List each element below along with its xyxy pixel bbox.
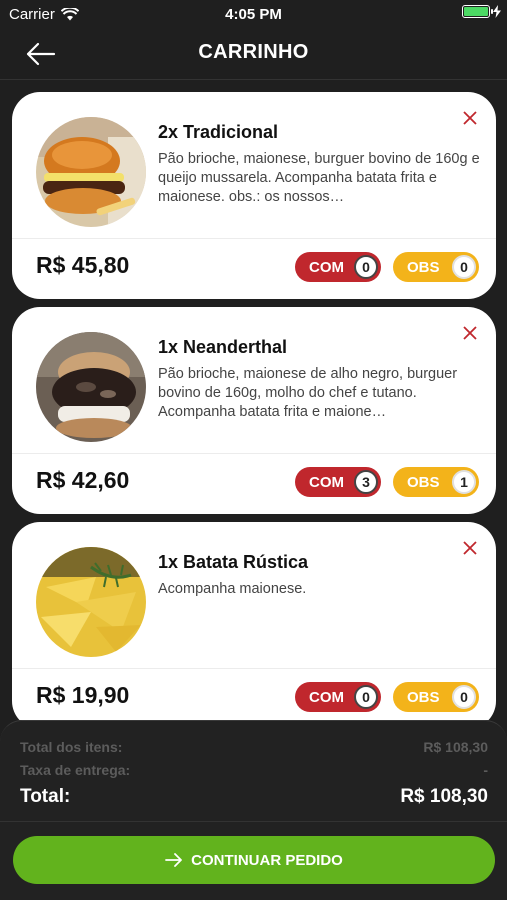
item-price: R$ 19,90 — [36, 682, 130, 708]
total-label: Total: — [20, 786, 71, 807]
divider — [12, 238, 496, 239]
delivery-fee-label: Taxa de entrega: — [20, 762, 131, 778]
page-title: CARRINHO — [198, 41, 309, 63]
complements-count: 0 — [354, 685, 378, 709]
item-name: 2x Tradicional — [158, 122, 279, 142]
charging-icon — [493, 5, 501, 18]
notes-count: 0 — [452, 255, 476, 279]
item-image — [36, 332, 146, 442]
item-description: Pão brioche, maionese de alho negro, bur… — [158, 366, 458, 420]
items-total-label: Total dos itens: — [20, 739, 123, 755]
battery-icon — [462, 5, 493, 18]
cart-item: 1x Batata Rústica Acompanha maionese. R$… — [12, 522, 496, 720]
cart-screen: Carrier 4:05 PM CARRINHO 2x Tradicional … — [0, 0, 507, 900]
close-icon — [463, 111, 477, 125]
cart-item: 2x Tradicional Pão brioche, maionese, bu… — [12, 92, 496, 299]
notes-button[interactable]: OBS 0 — [393, 252, 479, 282]
complements-button[interactable]: COM 0 — [295, 252, 381, 282]
divider — [12, 668, 496, 669]
complements-label: COM — [309, 258, 344, 276]
close-icon — [463, 326, 477, 340]
remove-item-button[interactable] — [462, 540, 478, 556]
item-price: R$ 42,60 — [36, 467, 130, 493]
notes-count: 1 — [452, 470, 476, 494]
delivery-fee-row: Taxa de entrega: - — [20, 762, 488, 778]
item-price: R$ 45,80 — [36, 252, 130, 278]
item-name: 1x Batata Rústica — [158, 552, 309, 572]
total-value: R$ 108,30 — [400, 786, 488, 807]
items-total-row: Total dos itens: R$ 108,30 — [20, 739, 488, 755]
complements-button[interactable]: COM 3 — [295, 467, 381, 497]
notes-label: OBS — [407, 258, 440, 276]
arrow-right-icon — [165, 853, 183, 867]
remove-item-button[interactable] — [462, 325, 478, 341]
remove-item-button[interactable] — [462, 110, 478, 126]
notes-button[interactable]: OBS 0 — [393, 682, 479, 712]
complements-label: COM — [309, 688, 344, 706]
order-summary: Total dos itens: R$ 108,30 Taxa de entre… — [0, 720, 507, 900]
item-description: Acompanha maionese. — [158, 581, 307, 597]
items-total-value: R$ 108,30 — [423, 739, 488, 755]
continue-order-label: CONTINUAR PEDIDO — [191, 851, 343, 869]
status-right — [462, 5, 501, 18]
cart-item: 1x Neanderthal Pão brioche, maionese de … — [12, 307, 496, 514]
status-bar: Carrier 4:05 PM — [0, 0, 507, 30]
cart-list: 2x Tradicional Pão brioche, maionese, bu… — [0, 80, 507, 720]
divider — [12, 453, 496, 454]
complements-label: COM — [309, 473, 344, 491]
item-image — [36, 547, 146, 657]
notes-label: OBS — [407, 473, 440, 491]
item-image — [36, 117, 146, 227]
notes-label: OBS — [407, 688, 440, 706]
item-description: Pão brioche, maionese, burguer bovino de… — [158, 151, 480, 205]
continue-order-button[interactable]: CONTINUAR PEDIDO — [13, 836, 495, 884]
complements-count: 3 — [354, 470, 378, 494]
notes-button[interactable]: OBS 1 — [393, 467, 479, 497]
notes-count: 0 — [452, 685, 476, 709]
complements-count: 0 — [354, 255, 378, 279]
close-icon — [463, 541, 477, 555]
complements-button[interactable]: COM 0 — [295, 682, 381, 712]
nav-bar: CARRINHO — [0, 30, 507, 80]
divider — [0, 821, 507, 822]
total-row: Total: R$ 108,30 — [20, 786, 488, 808]
delivery-fee-value: - — [483, 762, 488, 778]
clock: 4:05 PM — [225, 6, 282, 23]
item-name: 1x Neanderthal — [158, 337, 288, 357]
